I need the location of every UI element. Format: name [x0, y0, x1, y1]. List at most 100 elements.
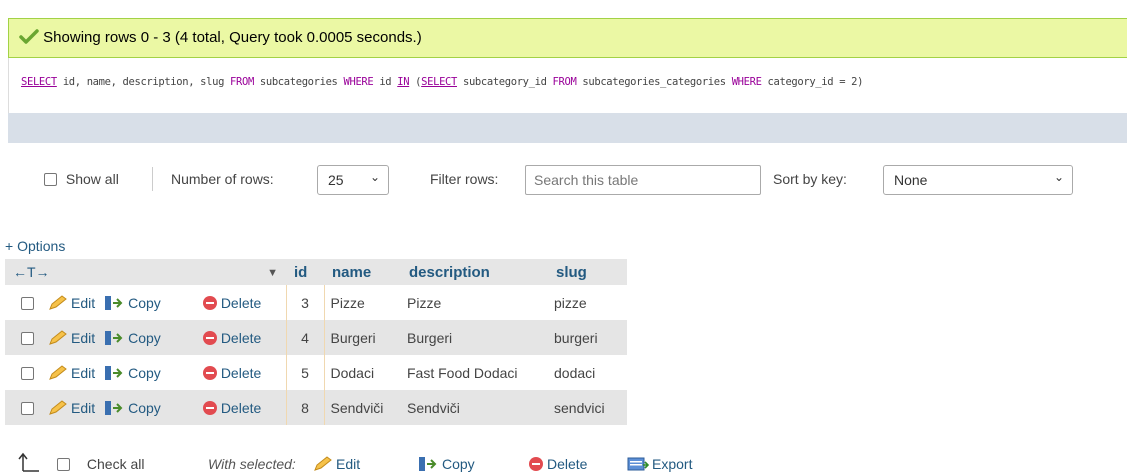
copy-icon — [105, 295, 123, 310]
cell-id[interactable]: 4 — [285, 320, 325, 355]
table-row[interactable]: Edit Copy Delete 5 Dodaci Fast Food Dodaci dod… — [5, 355, 627, 390]
row-delete-button[interactable]: Delete — [202, 400, 261, 416]
bulk-export-button[interactable]: Export — [627, 456, 692, 472]
sort-down-icon[interactable]: ▼ — [267, 267, 278, 279]
row-copy-button[interactable]: Copy — [103, 365, 161, 381]
cell-id[interactable]: 8 — [285, 390, 325, 425]
row-checkbox[interactable] — [21, 366, 34, 380]
sql-keyword-select[interactable]: SELECT — [21, 76, 57, 88]
cell-description[interactable]: Pizze — [401, 285, 548, 320]
row-copy-label: Copy — [128, 294, 161, 311]
cell-slug[interactable]: burgeri — [548, 320, 627, 355]
cell-name[interactable]: Dodaci — [324, 355, 401, 390]
row-copy-label: Copy — [128, 329, 161, 346]
cell-description[interactable]: Burgeri — [401, 320, 548, 355]
column-arrows[interactable]: ←T→ — [13, 264, 50, 280]
table-row[interactable]: Edit Copy Delete 3 Pizze Pizze pizze — [5, 285, 627, 320]
pencil-icon — [314, 456, 332, 471]
cell-description[interactable]: Sendviči — [401, 390, 548, 425]
sql-keyword-where: WHERE — [343, 76, 374, 88]
bulk-copy-button[interactable]: Copy — [417, 456, 475, 472]
row-edit-label: Edit — [71, 364, 96, 381]
cell-name[interactable]: Sendviči — [324, 390, 401, 425]
number-of-rows-label: Number of rows: — [171, 171, 274, 187]
row-delete-label: Delete — [220, 329, 262, 346]
cell-slug[interactable]: dodaci — [548, 355, 627, 390]
row-edit-label: Edit — [71, 294, 96, 311]
row-edit-label: Edit — [71, 399, 96, 416]
row-delete-button[interactable]: Delete — [202, 365, 261, 381]
row-select-cell — [5, 320, 38, 355]
row-checkbox[interactable] — [21, 331, 34, 345]
bulk-actions-bar: Check all With selected: Edit Copy Delet… — [0, 452, 1127, 474]
check-all-checkbox[interactable] — [57, 458, 70, 471]
pencil-icon — [49, 329, 67, 345]
copy-icon — [105, 330, 123, 345]
row-select-cell — [5, 390, 38, 425]
row-edit-button[interactable]: Edit — [48, 295, 95, 311]
column-header-description[interactable]: description — [401, 259, 548, 285]
row-copy-button[interactable]: Copy — [103, 330, 161, 346]
cell-slug[interactable]: sendvici — [548, 390, 627, 425]
sql-keyword-select-sub[interactable]: SELECT — [421, 76, 457, 88]
row-checkbox[interactable] — [21, 401, 34, 415]
number-of-rows-select[interactable]: 25 ⌄ — [317, 165, 389, 195]
show-all-toggle[interactable]: Show all — [44, 171, 119, 187]
row-select-cell — [5, 355, 38, 390]
row-delete-button[interactable]: Delete — [202, 295, 261, 311]
sql-part: id, name, description, slug — [56, 76, 231, 88]
column-header-name[interactable]: name — [324, 259, 401, 285]
delete-icon — [202, 365, 217, 380]
row-delete-button[interactable]: Delete — [202, 330, 261, 346]
sort-by-key-label: Sort by key: — [773, 171, 847, 187]
table-row[interactable]: Edit Copy Delete 8 Sendviči Sendviči sendvici — [5, 390, 627, 425]
filter-rows-input[interactable]: Search this table — [525, 165, 761, 195]
filter-rows-label: Filter rows: — [430, 171, 499, 187]
row-delete-cell: Delete — [197, 390, 286, 425]
bulk-edit-button[interactable]: Edit — [313, 456, 360, 472]
pencil-icon — [49, 294, 67, 310]
sort-by-key-select[interactable]: None ⌄ — [883, 165, 1073, 195]
pencil-icon — [49, 399, 67, 415]
bulk-delete-label: Delete — [547, 456, 588, 472]
sql-part: subcategories_categories — [576, 76, 732, 88]
copy-icon — [105, 400, 123, 415]
with-selected-label: With selected: — [208, 456, 296, 472]
delete-icon — [202, 330, 217, 345]
success-check-icon — [19, 29, 39, 44]
cell-name[interactable]: Burgeri — [324, 320, 401, 355]
show-all-checkbox[interactable] — [44, 173, 57, 186]
table-row[interactable]: Edit Copy Delete 4 Burgeri Burgeri burgeri — [5, 320, 627, 355]
sort-by-key-value: None — [894, 172, 928, 188]
bulk-delete-button[interactable]: Delete — [528, 456, 587, 472]
row-edit-button[interactable]: Edit — [48, 330, 95, 346]
check-all-toggle[interactable]: Check all — [57, 456, 144, 472]
cell-slug[interactable]: pizze — [548, 285, 627, 320]
column-header-id[interactable]: id — [286, 259, 324, 285]
cell-id[interactable]: 3 — [285, 285, 325, 320]
delete-icon — [202, 295, 217, 310]
row-actions-cell: Edit Copy — [38, 355, 198, 390]
copy-icon — [419, 457, 437, 471]
cell-description[interactable]: Fast Food Dodaci — [401, 355, 548, 390]
sql-keyword-in[interactable]: IN — [397, 76, 409, 88]
export-icon — [627, 457, 649, 471]
row-delete-label: Delete — [220, 364, 262, 381]
bulk-export-label: Export — [652, 456, 693, 472]
sql-part: ( — [409, 76, 422, 88]
sql-part: subcategories — [253, 76, 344, 88]
row-copy-button[interactable]: Copy — [103, 295, 161, 311]
row-copy-button[interactable]: Copy — [103, 400, 161, 416]
sql-footer-bar — [8, 113, 1127, 143]
cell-name[interactable]: Pizze — [324, 285, 401, 320]
row-edit-button[interactable]: Edit — [48, 365, 95, 381]
row-checkbox[interactable] — [21, 296, 34, 310]
options-link[interactable]: + Options — [5, 238, 65, 254]
sql-part: category_id = 2) — [761, 76, 864, 88]
filter-rows-placeholder: Search this table — [534, 172, 639, 188]
cell-id[interactable]: 5 — [285, 355, 325, 390]
row-delete-label: Delete — [220, 399, 262, 416]
row-edit-button[interactable]: Edit — [48, 400, 95, 416]
row-actions-cell: Edit Copy — [38, 285, 198, 320]
column-header-slug[interactable]: slug — [548, 259, 627, 285]
